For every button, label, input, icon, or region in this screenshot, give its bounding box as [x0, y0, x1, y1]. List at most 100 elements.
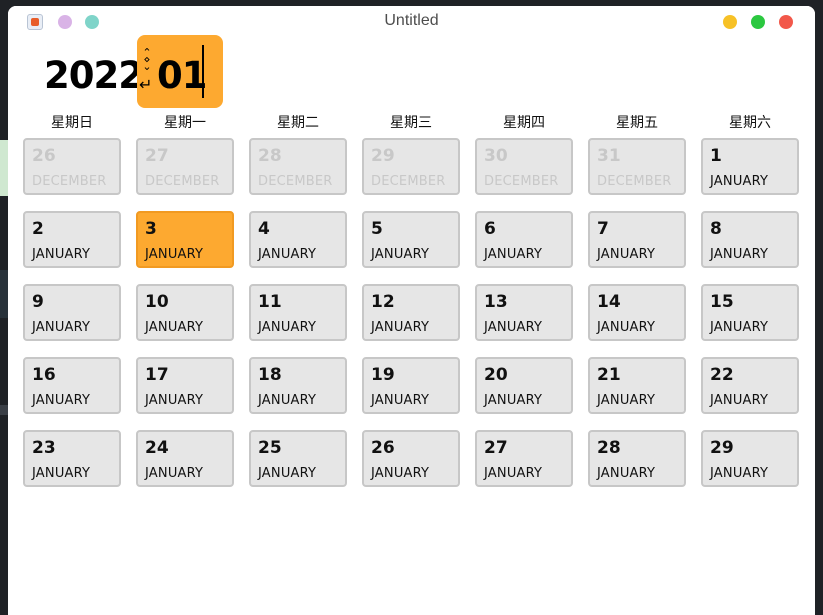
day-cell[interactable]: 16 JANUARY [23, 357, 121, 414]
weekday-label: 星期日 [51, 115, 93, 131]
day-cell[interactable]: 6 JANUARY [475, 211, 573, 268]
day-cell[interactable]: 14 JANUARY [588, 284, 686, 341]
spinner-icon[interactable]: ⌃ ⋄ ⌄ [140, 47, 154, 72]
day-month-label: JANUARY [597, 466, 656, 481]
weekday-header-row: 星期日 星期一 星期二 星期三 星期四 星期五 星期六 [8, 110, 815, 132]
day-cell[interactable]: 25 JANUARY [249, 430, 347, 487]
month-input-value[interactable]: 01 [157, 54, 207, 97]
day-number: 3 [145, 219, 157, 239]
day-cell[interactable]: 29 DECEMBER [362, 138, 460, 195]
day-month-label: JANUARY [484, 247, 543, 262]
day-month-label: DECEMBER [145, 174, 220, 189]
day-cell[interactable]: 12 JANUARY [362, 284, 460, 341]
day-month-label: JANUARY [145, 393, 204, 408]
desktop-accent [0, 270, 8, 318]
day-cell[interactable]: 26 JANUARY [362, 430, 460, 487]
day-number: 19 [371, 365, 395, 385]
day-cell[interactable]: 1 JANUARY [701, 138, 799, 195]
day-cell[interactable]: 21 JANUARY [588, 357, 686, 414]
spinner-down-icon[interactable]: ⌄ [140, 61, 154, 72]
month-field[interactable]: ⌃ ⋄ ⌄ ↵ 01 [137, 35, 223, 108]
weekday-label: 星期五 [616, 115, 658, 131]
window-title: Untitled [384, 12, 439, 29]
desktop-accent [0, 140, 8, 196]
day-month-label: JANUARY [484, 320, 543, 335]
day-cell[interactable]: 28 DECEMBER [249, 138, 347, 195]
day-number: 4 [258, 219, 270, 239]
day-cell[interactable]: 26 DECEMBER [23, 138, 121, 195]
day-number: 11 [258, 292, 282, 312]
day-cell[interactable]: 18 JANUARY [249, 357, 347, 414]
day-cell[interactable]: 11 JANUARY [249, 284, 347, 341]
day-month-label: JANUARY [32, 393, 91, 408]
day-month-label: DECEMBER [32, 174, 107, 189]
day-number: 14 [597, 292, 621, 312]
day-month-label: JANUARY [710, 393, 769, 408]
day-month-label: JANUARY [32, 247, 91, 262]
day-number: 27 [484, 438, 508, 458]
day-number: 8 [710, 219, 722, 239]
day-cell[interactable]: 8 JANUARY [701, 211, 799, 268]
day-month-label: JANUARY [710, 247, 769, 262]
day-cell[interactable]: 17 JANUARY [136, 357, 234, 414]
minimize-button[interactable] [723, 15, 737, 29]
day-month-label: JANUARY [371, 320, 430, 335]
day-cell[interactable]: 28 JANUARY [588, 430, 686, 487]
day-month-label: JANUARY [371, 466, 430, 481]
day-month-label: DECEMBER [258, 174, 333, 189]
day-cell[interactable]: 13 JANUARY [475, 284, 573, 341]
day-number: 28 [258, 146, 282, 166]
day-month-label: JANUARY [145, 247, 204, 262]
day-cell[interactable]: 31 DECEMBER [588, 138, 686, 195]
close-button[interactable] [779, 15, 793, 29]
day-number: 22 [710, 365, 734, 385]
day-number: 18 [258, 365, 282, 385]
day-number: 7 [597, 219, 609, 239]
day-cell[interactable]: 9 JANUARY [23, 284, 121, 341]
day-month-label: JANUARY [484, 466, 543, 481]
day-number: 13 [484, 292, 508, 312]
day-number: 26 [371, 438, 395, 458]
day-number: 30 [484, 146, 508, 166]
day-cell[interactable]: 7 JANUARY [588, 211, 686, 268]
maximize-button[interactable] [751, 15, 765, 29]
day-cell[interactable]: 22 JANUARY [701, 357, 799, 414]
day-cell[interactable]: 4 JANUARY [249, 211, 347, 268]
day-month-label: DECEMBER [484, 174, 559, 189]
day-month-label: JANUARY [710, 174, 769, 189]
day-month-label: JANUARY [258, 393, 317, 408]
day-number: 12 [371, 292, 395, 312]
day-number: 25 [258, 438, 282, 458]
day-month-label: JANUARY [145, 320, 204, 335]
day-number: 27 [145, 146, 169, 166]
day-cell[interactable]: 30 DECEMBER [475, 138, 573, 195]
day-cell[interactable]: 10 JANUARY [136, 284, 234, 341]
day-number: 9 [32, 292, 44, 312]
weekday-label: 星期三 [390, 115, 432, 131]
day-cell[interactable]: 23 JANUARY [23, 430, 121, 487]
day-cell[interactable]: 27 JANUARY [475, 430, 573, 487]
day-cell[interactable]: 27 DECEMBER [136, 138, 234, 195]
year-label[interactable]: 2022 [44, 54, 144, 97]
day-number: 6 [484, 219, 496, 239]
day-month-label: JANUARY [371, 247, 430, 262]
day-cell[interactable]: 19 JANUARY [362, 357, 460, 414]
day-month-label: JANUARY [484, 393, 543, 408]
day-number: 23 [32, 438, 56, 458]
day-month-label: JANUARY [597, 247, 656, 262]
weekday-label: 星期二 [277, 115, 319, 131]
day-cell[interactable]: 24 JANUARY [136, 430, 234, 487]
day-number: 15 [710, 292, 734, 312]
day-month-label: DECEMBER [371, 174, 446, 189]
day-cell[interactable]: 15 JANUARY [701, 284, 799, 341]
day-cell[interactable]: 29 JANUARY [701, 430, 799, 487]
day-cell[interactable]: 20 JANUARY [475, 357, 573, 414]
day-number: 17 [145, 365, 169, 385]
day-cell[interactable]: 5 JANUARY [362, 211, 460, 268]
day-number: 10 [145, 292, 169, 312]
day-cell[interactable]: 2 JANUARY [23, 211, 121, 268]
day-month-label: JANUARY [597, 320, 656, 335]
day-cell-selected[interactable]: 3 JANUARY [136, 211, 234, 268]
day-number: 29 [371, 146, 395, 166]
day-month-label: JANUARY [597, 393, 656, 408]
